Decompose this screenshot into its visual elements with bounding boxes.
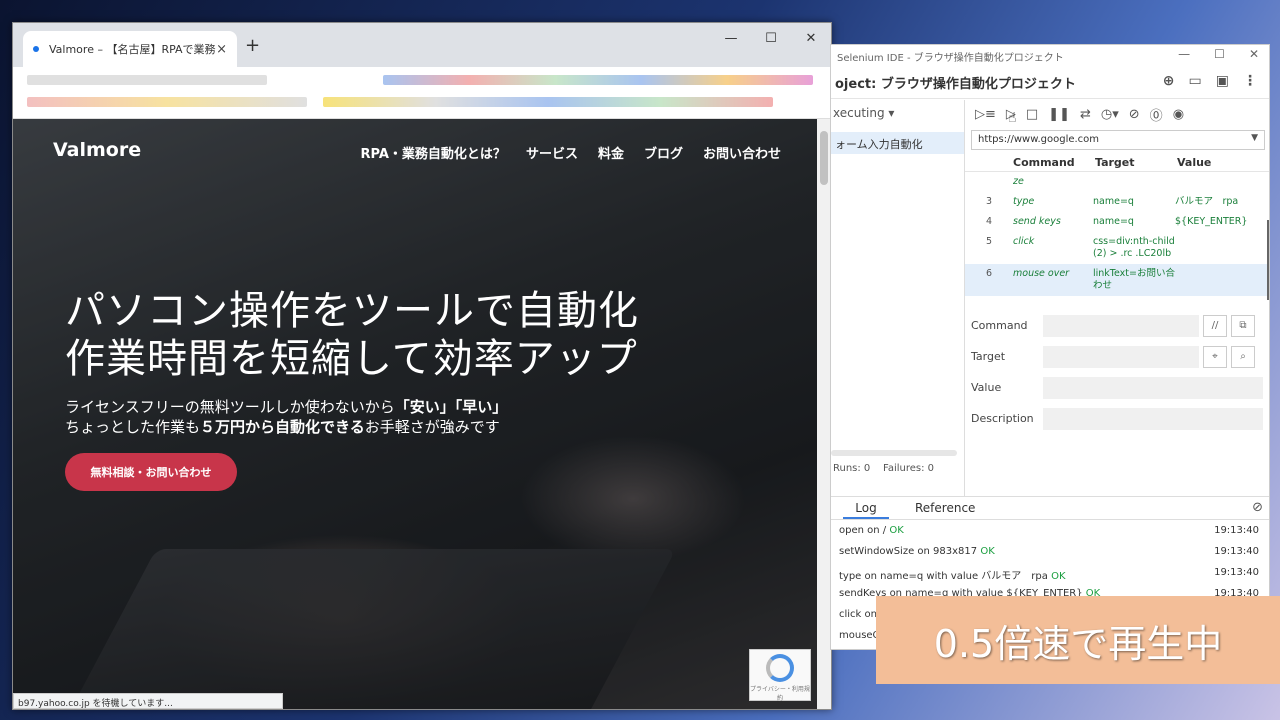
find-target-icon[interactable]: ⌕ — [1231, 345, 1255, 368]
run-stats: Runs: 0 Failures: 0 — [833, 463, 935, 474]
disable-breakpoints-icon[interactable]: ⊘ — [1129, 107, 1140, 122]
executing-dropdown[interactable]: xecuting ▾ — [831, 100, 964, 124]
clear-log-icon[interactable]: ⊘ — [1252, 500, 1263, 515]
window-controls: — ☐ ✕ — [711, 23, 831, 53]
browser-window: Valmore – 【名古屋】RPAで業務改 × + — ☐ ✕ Valmore… — [12, 22, 832, 710]
progress-bar — [831, 450, 957, 456]
site-nav: RPA・業務自動化とは？ サービス 料金 ブログ お問い合わせ — [361, 143, 781, 162]
bookmarks-bar-blurred — [13, 67, 831, 119]
log-tabs: Log Reference ⊘ — [831, 496, 1269, 520]
site-logo[interactable]: Valmore — [53, 139, 141, 161]
project-header: oject: ブラウザ操作自動化プロジェクト ⊕ ▭ ▣ ⋮ — [831, 67, 1269, 99]
command-table-header: Command Target Value — [965, 152, 1269, 172]
table-row[interactable]: 3 type name=q バルモア rpa — [965, 192, 1269, 212]
new-tab-button[interactable]: + — [245, 35, 260, 56]
test-item[interactable]: ォーム入力自動化 — [831, 132, 964, 154]
playback-speed-caption: 0.5倍速で再生中 — [876, 596, 1280, 684]
browser-tab[interactable]: Valmore – 【名古屋】RPAで業務改 × — [23, 31, 237, 67]
tab-close-icon[interactable]: × — [216, 42, 227, 57]
pause-exceptions-icon[interactable]: ⓪ — [1150, 105, 1163, 124]
page-scrollbar[interactable] — [817, 119, 831, 709]
save-project-icon[interactable]: ▣ — [1216, 73, 1229, 89]
log-entry: setWindowSize on 983x817 OK 19:13:40 — [839, 546, 1259, 557]
close-button[interactable]: ✕ — [791, 23, 831, 53]
table-row[interactable]: 5 click css=div:nth-child(2) > .rc .LC20lb — [965, 232, 1269, 264]
log-entry: open on / OK 19:13:40 — [839, 525, 1259, 536]
tab-title: Valmore – 【名古屋】RPAで業務改 — [49, 43, 217, 56]
description-input[interactable] — [1043, 407, 1263, 430]
nav-blog[interactable]: ブログ — [644, 143, 683, 162]
open-project-icon[interactable]: ▭ — [1189, 73, 1202, 89]
contact-cta-button[interactable]: 無料相談・お問い合わせ — [65, 453, 237, 491]
ide-titlebar: Selenium IDE - ブラウザ操作自動化プロジェクト — ☐ ✕ — [837, 47, 1259, 64]
recaptcha-badge[interactable]: プライバシー・利用規約 — [749, 649, 811, 702]
hero-title: パソコン操作をツールで自動化 作業時間を短縮して効率アップ — [65, 288, 639, 382]
ide-close-button[interactable]: ✕ — [1249, 47, 1259, 61]
comment-button[interactable]: // — [1203, 314, 1227, 337]
table-row[interactable]: ze — [965, 172, 1269, 192]
record-icon[interactable]: ◉ — [1173, 107, 1184, 122]
table-row[interactable]: 4 send keys name=q ${KEY_ENTER} — [965, 212, 1269, 232]
nav-contact[interactable]: お問い合わせ — [703, 143, 781, 162]
command-scrollbar[interactable] — [1267, 220, 1269, 300]
stop-icon[interactable]: □ — [1026, 107, 1038, 122]
command-editor: Command//⧉ Target ⌖ ⌕ Value Description — [965, 310, 1269, 434]
selenium-ide-window: Selenium IDE - ブラウザ操作自動化プロジェクト — ☐ ✕ oje… — [830, 44, 1270, 650]
nav-rpa[interactable]: RPA・業務自動化とは？ — [361, 143, 506, 162]
hero-subtitle: ライセンスフリーの無料ツールしか使わないから「安い」「早い」 ちょっとした作業も… — [65, 398, 508, 436]
website-hero: Valmore RPA・業務自動化とは？ サービス 料金 ブログ お問い合わせ … — [13, 119, 819, 709]
new-project-icon[interactable]: ⊕ — [1163, 73, 1175, 89]
editor-panel: ▷≡ ▷ □ ❚❚ ⇄ ◷▾ ⊘ ⓪ ◉ https://www.google.… — [965, 100, 1269, 496]
recaptcha-icon — [766, 654, 794, 682]
step-icon[interactable]: ⇄ — [1080, 107, 1091, 122]
test-list-panel: xecuting ▾ ォーム入力自動化 Runs: 0 Failures: 0 — [831, 100, 965, 496]
pause-icon[interactable]: ❚❚ — [1048, 107, 1070, 122]
select-target-icon[interactable]: ⌖ — [1203, 345, 1227, 368]
ide-minimize-button[interactable]: — — [1178, 47, 1190, 61]
command-input[interactable] — [1043, 314, 1199, 337]
target-input[interactable] — [1043, 345, 1199, 368]
speed-icon[interactable]: ◷▾ — [1101, 107, 1119, 122]
tab-log[interactable]: Log — [843, 497, 889, 519]
table-row-selected[interactable]: 6 mouse over linkText=お問い合わせ — [965, 264, 1269, 296]
maximize-button[interactable]: ☐ — [751, 23, 791, 53]
mouse-cursor-icon: ☝ — [1008, 110, 1017, 126]
nav-price[interactable]: 料金 — [598, 143, 624, 162]
run-all-icon[interactable]: ▷≡ — [975, 107, 996, 122]
ide-maximize-button[interactable]: ☐ — [1214, 47, 1225, 61]
open-reference-button[interactable]: ⧉ — [1231, 314, 1255, 337]
favicon-icon — [33, 46, 39, 52]
chevron-down-icon: ▼ — [1251, 133, 1258, 143]
log-entry: type on name=q with value バルモア rpa OK 19:… — [839, 567, 1259, 582]
tab-reference[interactable]: Reference — [915, 497, 975, 519]
minimize-button[interactable]: — — [711, 23, 751, 53]
value-input[interactable] — [1043, 376, 1263, 399]
status-bar: b97.yahoo.co.jp を待機しています... — [13, 693, 283, 709]
base-url-select[interactable]: https://www.google.com ▼ — [971, 130, 1265, 150]
tab-bar: Valmore – 【名古屋】RPAで業務改 × + — ☐ ✕ — [13, 23, 831, 67]
more-menu-icon[interactable]: ⋮ — [1243, 73, 1257, 89]
nav-service[interactable]: サービス — [526, 143, 578, 162]
